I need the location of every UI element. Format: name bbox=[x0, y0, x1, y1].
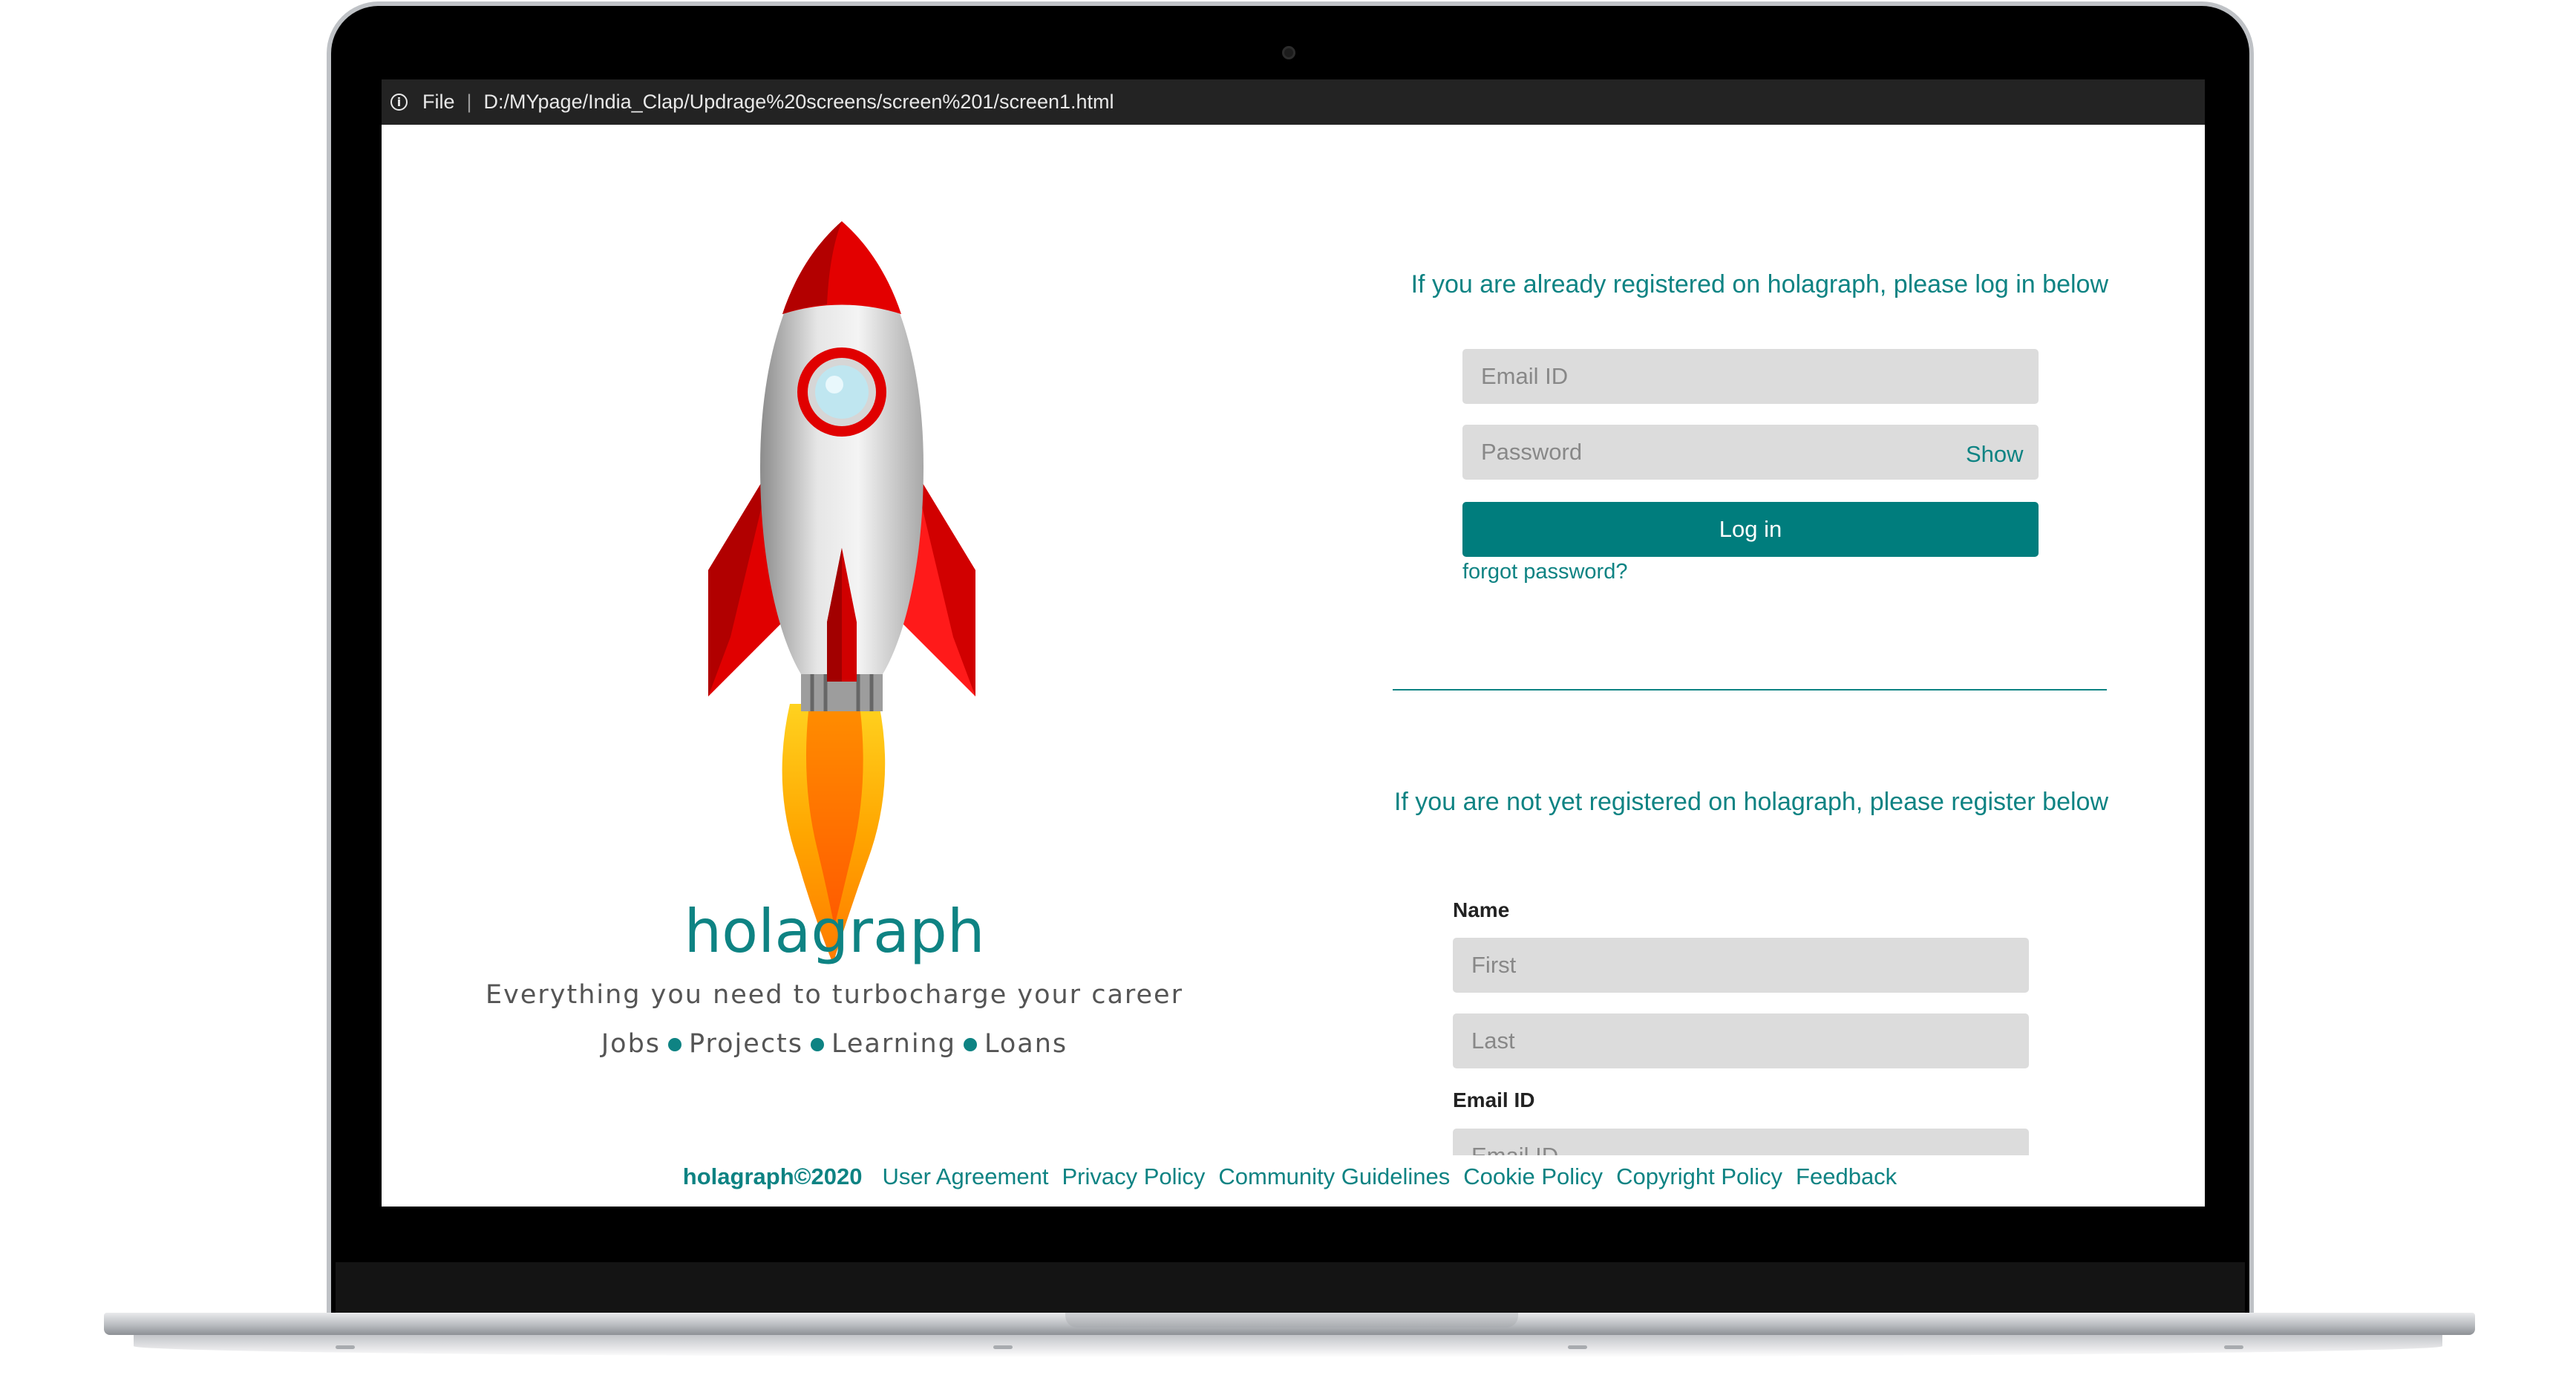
forgot-password-link[interactable]: forgot password? bbox=[1462, 560, 1627, 584]
login-heading: If you are already registered on holagra… bbox=[1410, 270, 2108, 298]
laptop-foot bbox=[993, 1345, 1013, 1349]
brand-tagline: Everything you need to turbocharge your … bbox=[486, 980, 1183, 1010]
category-loans: Loans bbox=[984, 1029, 1068, 1059]
register-heading: If you are not yet registered on holagra… bbox=[1393, 788, 2108, 816]
laptop-foot bbox=[2224, 1345, 2243, 1349]
address-bar[interactable]: i File | D:/MYpage/India_Clap/Updrage%20… bbox=[382, 79, 2205, 125]
bullet-dot-icon bbox=[811, 1038, 825, 1051]
register-email-label: Email ID bbox=[1453, 1088, 1535, 1111]
category-projects: Projects bbox=[689, 1029, 804, 1059]
laptop-foot bbox=[336, 1345, 355, 1349]
file-label: File bbox=[422, 91, 455, 113]
first-name-field[interactable]: First bbox=[1453, 938, 2029, 993]
bullet-dot-icon bbox=[963, 1038, 977, 1051]
footer-link-copyright-policy[interactable]: Copyright Policy bbox=[1616, 1163, 1782, 1190]
footer-link-community-guidelines[interactable]: Community Guidelines bbox=[1218, 1163, 1450, 1190]
brand-logo-text: holagraph bbox=[684, 897, 985, 966]
name-label: Name bbox=[1453, 898, 1510, 921]
login-password-field[interactable]: Password bbox=[1462, 425, 2039, 480]
laptop-foot bbox=[1568, 1345, 1587, 1349]
footer-link-user-agreement[interactable]: User Agreement bbox=[882, 1163, 1048, 1190]
info-icon[interactable]: i bbox=[390, 94, 408, 111]
web-page: holagraph Everything you need to turboch… bbox=[382, 125, 2205, 1207]
footer-link-feedback[interactable]: Feedback bbox=[1796, 1163, 1897, 1190]
footer-link-cookie-policy[interactable]: Cookie Policy bbox=[1463, 1163, 1603, 1190]
category-learning: Learning bbox=[831, 1029, 956, 1059]
laptop-hinge-notch bbox=[1065, 1313, 1518, 1328]
section-divider bbox=[1393, 689, 2107, 690]
bullet-dot-icon bbox=[668, 1038, 682, 1051]
show-password-toggle[interactable]: Show bbox=[1966, 441, 2024, 468]
login-email-field[interactable]: Email ID bbox=[1462, 349, 2039, 404]
footer: holagraph©2020 User Agreement Privacy Po… bbox=[382, 1155, 2205, 1207]
last-name-field[interactable]: Last bbox=[1453, 1013, 2029, 1068]
footer-link-privacy-policy[interactable]: Privacy Policy bbox=[1062, 1163, 1205, 1190]
url-separator: | bbox=[466, 91, 472, 113]
category-list: Jobs Projects Learning Loans bbox=[382, 1029, 1287, 1059]
footer-copyright: holagraph©2020 bbox=[682, 1163, 863, 1189]
laptop-bottom-bezel bbox=[336, 1262, 2245, 1320]
category-jobs: Jobs bbox=[601, 1029, 661, 1059]
laptop-shadow bbox=[134, 1335, 2442, 1357]
url-text[interactable]: D:/MYpage/India_Clap/Updrage%20screens/s… bbox=[484, 91, 1114, 114]
login-button[interactable]: Log in bbox=[1462, 502, 2039, 557]
webcam-icon bbox=[1282, 46, 1295, 59]
rocket-icon bbox=[708, 221, 975, 964]
